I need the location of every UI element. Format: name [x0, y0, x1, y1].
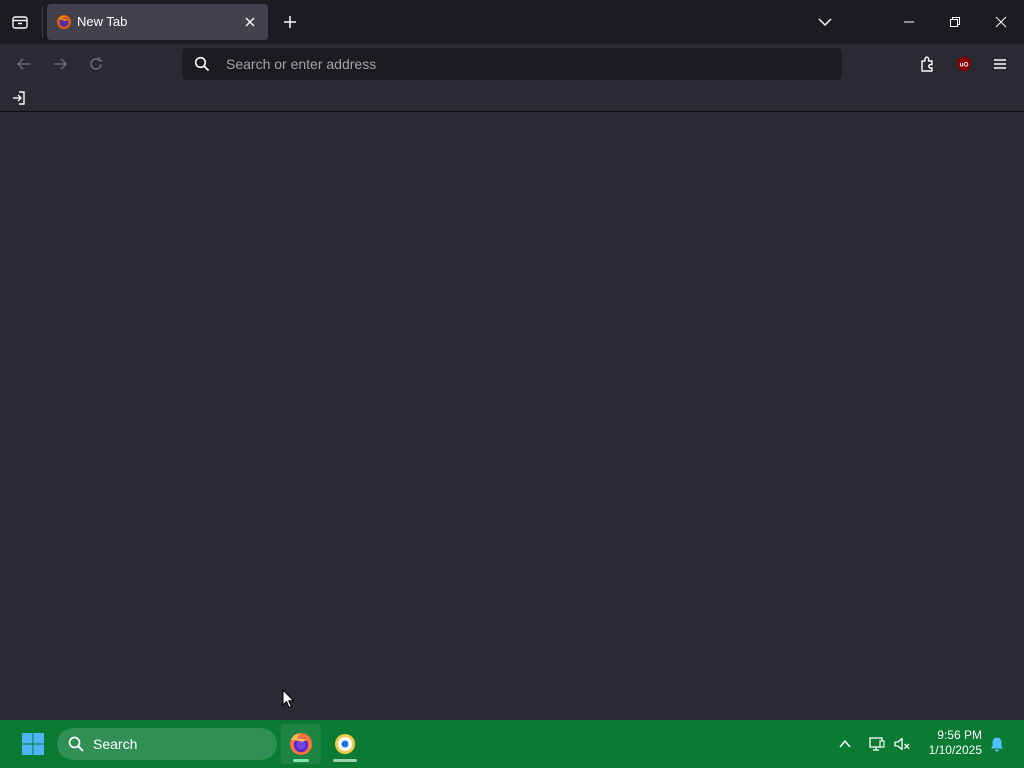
- bell-icon: [991, 737, 1003, 752]
- tab-separator: [42, 6, 43, 38]
- app-menu-button[interactable]: [986, 50, 1014, 78]
- restore-button[interactable]: [932, 0, 978, 44]
- clock-date: 1/10/2025: [928, 743, 982, 757]
- ublock-badge-text: uO: [959, 62, 968, 69]
- search-icon: [194, 56, 210, 72]
- volume-status[interactable]: [891, 732, 913, 756]
- taskbar-app[interactable]: [325, 724, 365, 764]
- import-bookmarks-icon: [13, 91, 25, 105]
- show-hidden-icons-button[interactable]: [834, 732, 856, 756]
- taskbar-app-firefox[interactable]: [281, 724, 321, 764]
- reload-icon: [90, 57, 103, 70]
- active-app-indicator: [293, 759, 309, 762]
- tab-close-button[interactable]: [240, 12, 260, 32]
- network-icon: [869, 737, 885, 751]
- list-all-tabs-button[interactable]: [811, 8, 839, 36]
- tab-new-tab[interactable]: New Tab: [47, 4, 268, 40]
- windows-taskbar: Search 9:56 PM 1/10/2025: [0, 720, 1024, 768]
- chevron-up-icon: [839, 739, 851, 748]
- search-icon: [68, 736, 84, 752]
- restore-icon: [950, 17, 960, 27]
- notifications-button[interactable]: [986, 732, 1008, 756]
- page-content[interactable]: [0, 113, 1024, 720]
- mouse-cursor-icon: [282, 689, 295, 709]
- clock[interactable]: 9:56 PM 1/10/2025: [918, 728, 982, 760]
- minimize-button[interactable]: [886, 0, 932, 44]
- windows-start-icon: [22, 733, 44, 755]
- clock-time: 9:56 PM: [937, 728, 982, 742]
- url-bar[interactable]: [182, 48, 842, 80]
- network-status[interactable]: [866, 732, 888, 756]
- close-window-button[interactable]: [978, 0, 1024, 44]
- close-icon: [245, 17, 255, 27]
- app-icon: [335, 734, 355, 754]
- new-tab-button[interactable]: [276, 8, 304, 36]
- navigation-toolbar: uO: [0, 44, 1024, 84]
- import-bookmarks-button[interactable]: [6, 86, 32, 110]
- bookmarks-toolbar: [0, 84, 1024, 112]
- forward-arrow-icon: [54, 58, 68, 70]
- hamburger-menu-icon: [994, 59, 1006, 69]
- back-button[interactable]: [10, 50, 38, 78]
- volume-muted-icon: [894, 737, 910, 751]
- tab-list-button[interactable]: [6, 8, 34, 36]
- firefox-icon: [290, 733, 312, 755]
- extensions-icon: [921, 56, 933, 72]
- close-icon: [995, 16, 1007, 28]
- firefox-icon: [57, 15, 71, 29]
- tab-strip: New Tab: [0, 0, 1024, 44]
- running-app-indicator: [333, 759, 357, 762]
- plus-icon: [284, 16, 296, 28]
- reload-button[interactable]: [82, 50, 110, 78]
- start-button[interactable]: [14, 726, 52, 762]
- forward-button[interactable]: [46, 50, 74, 78]
- address-input[interactable]: [226, 48, 826, 80]
- ublock-origin-button[interactable]: uO: [950, 50, 978, 78]
- tab-list-icon: [12, 16, 28, 29]
- extensions-button[interactable]: [914, 50, 942, 78]
- chevron-down-icon: [818, 18, 832, 27]
- taskbar-search-label: Search: [93, 736, 138, 752]
- back-arrow-icon: [16, 58, 30, 70]
- taskbar-search[interactable]: Search: [57, 728, 277, 760]
- ublock-origin-icon: uO: [957, 56, 971, 72]
- minimize-icon: [904, 21, 914, 23]
- tab-title: New Tab: [77, 14, 128, 29]
